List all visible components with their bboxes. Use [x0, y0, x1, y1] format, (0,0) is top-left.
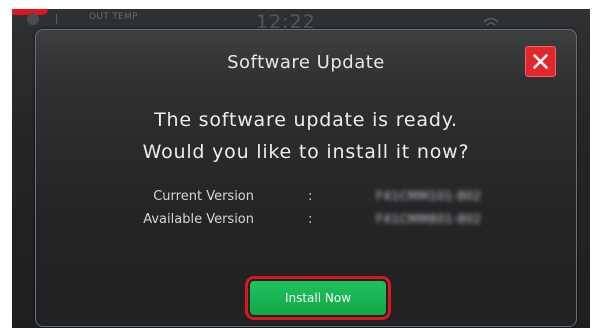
current-version-value: F41CMM101-802 [376, 189, 482, 203]
close-icon [533, 54, 548, 69]
available-version-separator: : [308, 212, 313, 227]
close-button[interactable] [525, 46, 556, 77]
update-message-line-2: Would you like to install it now? [142, 141, 470, 163]
dialog-title: Software Update [227, 52, 385, 73]
update-message-line-1: The software update is ready. [154, 109, 458, 131]
status-circle-icon [27, 13, 39, 25]
software-update-dialog: Software Update The software update is r… [35, 29, 577, 327]
out-temp-label: OUT TEMP [89, 12, 138, 22]
available-version-label: Available Version [143, 212, 254, 227]
current-version-label: Current Version [153, 189, 254, 204]
available-version-value: F41CMM801-802 [376, 212, 482, 226]
current-version-separator: : [308, 189, 313, 204]
install-now-button[interactable]: Install Now [250, 281, 386, 315]
head-unit-screen: OUT TEMP 12:22 Software Update The softw… [12, 9, 590, 328]
status-divider [56, 14, 57, 24]
status-bar: OUT TEMP 12:22 [12, 9, 590, 33]
